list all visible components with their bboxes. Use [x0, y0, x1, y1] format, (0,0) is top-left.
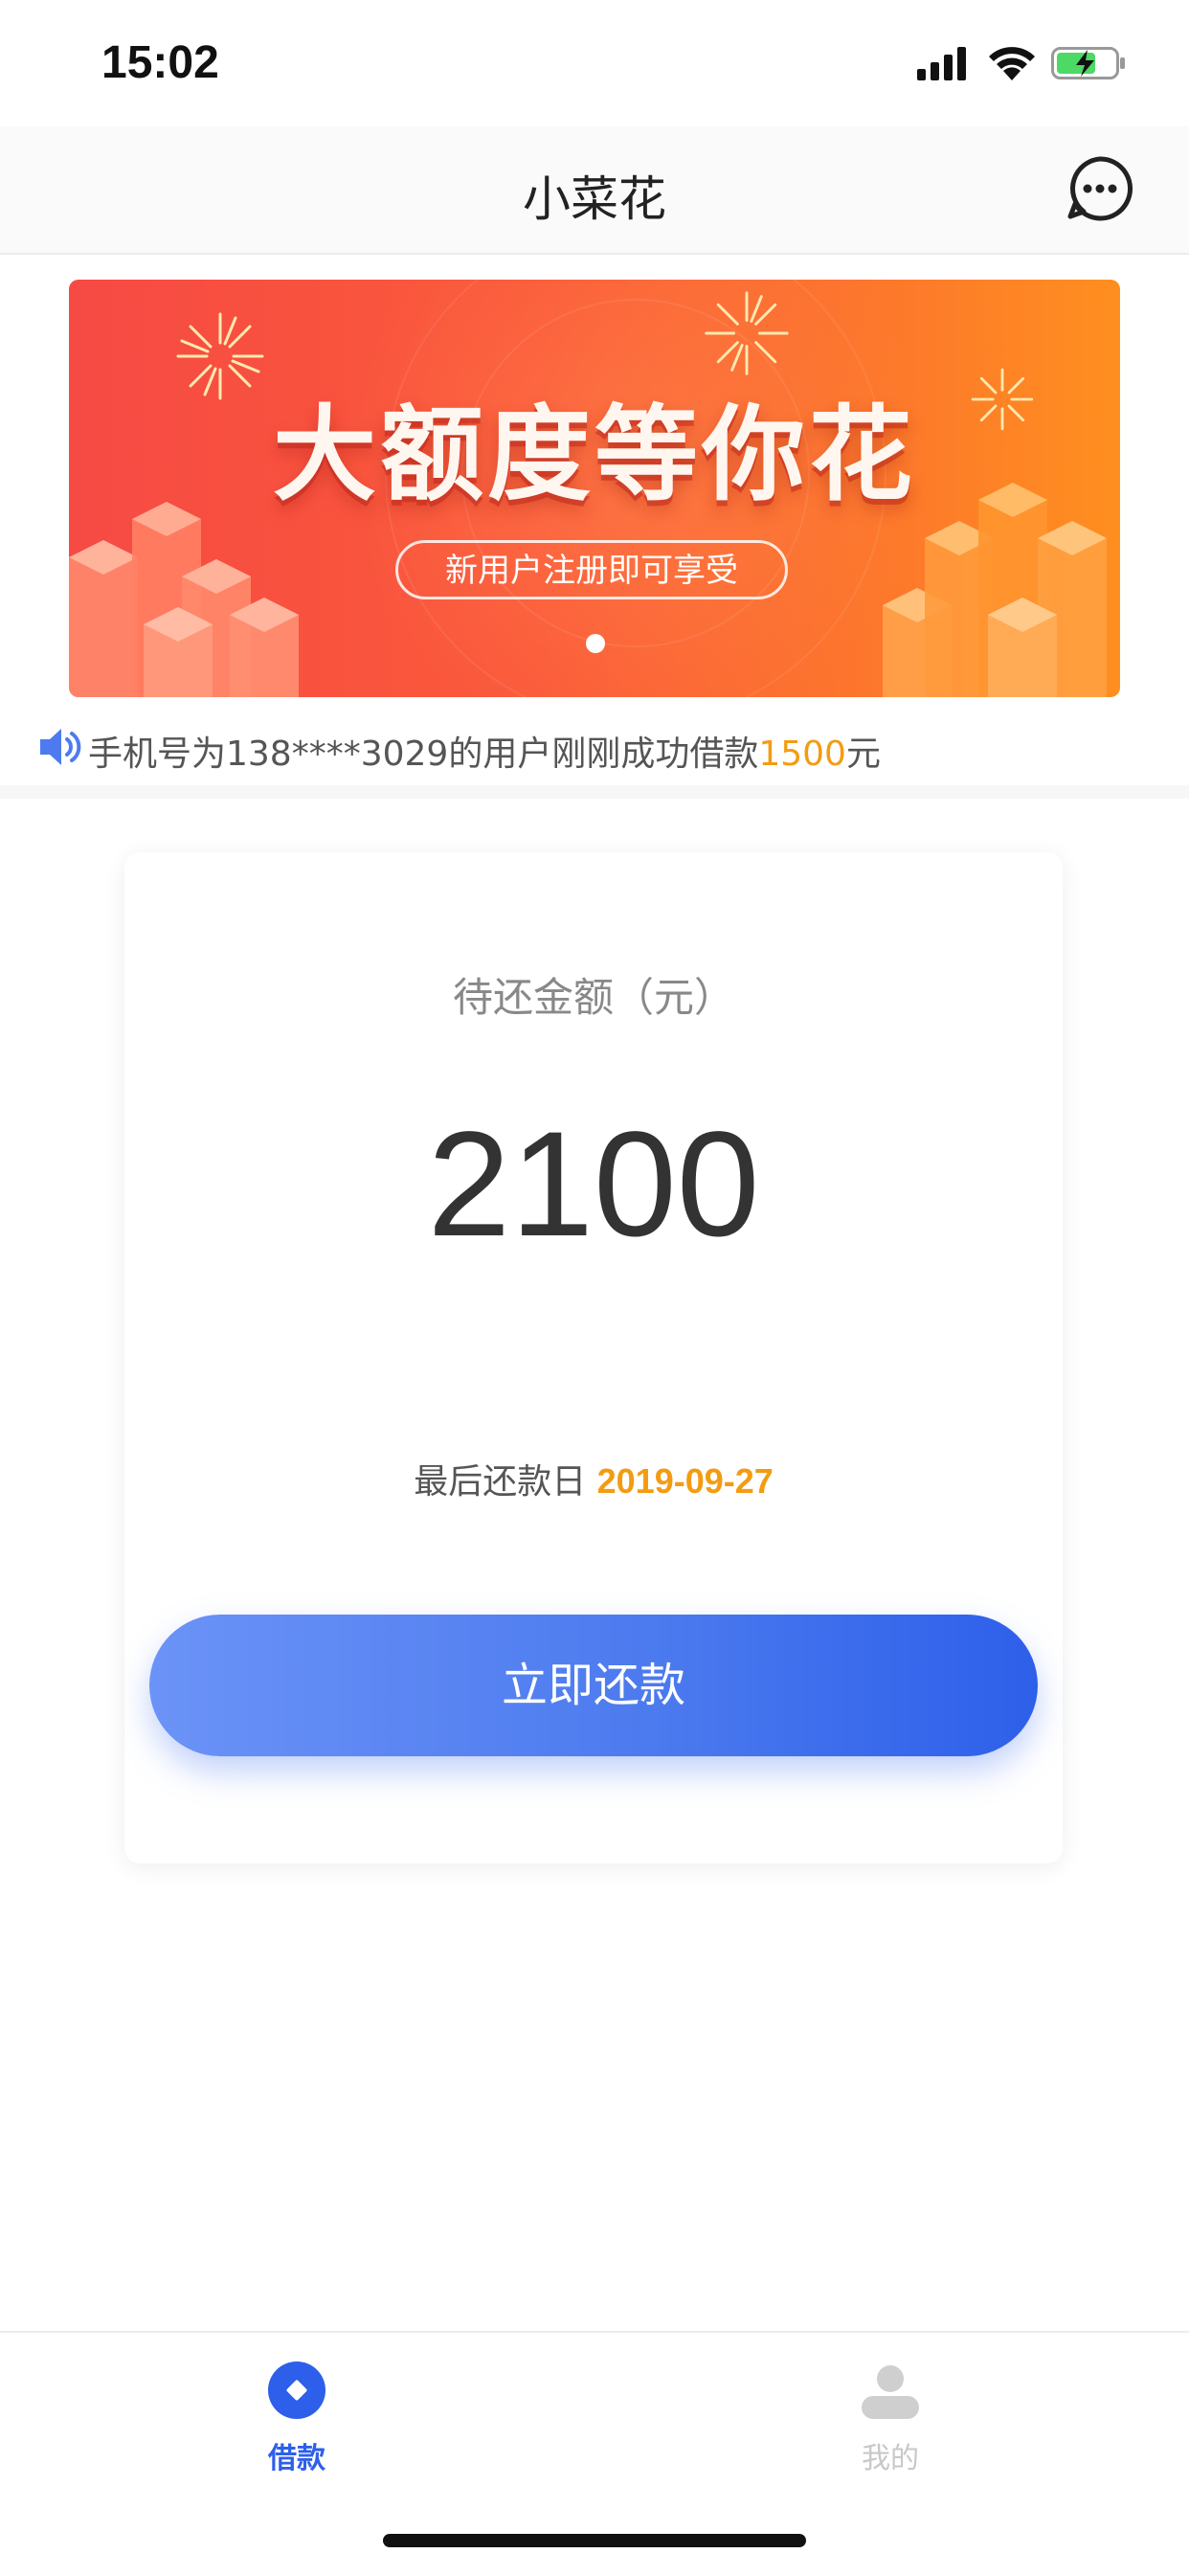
tab-loan-label: 借款	[268, 2442, 325, 2475]
page-title: 小菜花	[523, 171, 666, 227]
section-divider	[0, 785, 1189, 799]
banner-title: 大额度等你花	[272, 395, 916, 515]
loan-diamond-icon	[268, 2361, 325, 2419]
wifi-icon	[989, 47, 1035, 80]
notice-suffix: 元	[845, 734, 881, 774]
banner-subtitle: 新用户注册即可享受	[395, 540, 788, 599]
promo-banner[interactable]: 大额度等你花 新用户注册即可享受	[69, 280, 1120, 697]
notice-marquee: 手机号为138****3029的用户刚刚成功借款1500元	[0, 720, 1189, 778]
battery-charging-icon	[1051, 47, 1125, 79]
tab-mine[interactable]: 我的	[795, 2361, 986, 2496]
notice-amount: 1500	[758, 734, 846, 774]
signal-icon	[917, 47, 966, 80]
notice-text: 手机号为138****3029的用户刚刚成功借款1500元	[88, 726, 881, 776]
status-bar: 15:02	[0, 0, 1189, 126]
repay-now-button[interactable]: 立即还款	[149, 1615, 1038, 1756]
user-profile-icon	[862, 2365, 919, 2419]
amount-due-value: 2100	[427, 1101, 760, 1268]
home-indicator	[383, 2534, 806, 2547]
status-time: 15:02	[101, 37, 219, 88]
repayment-card: 待还金额（元） 2100 最后还款日 2019-09-27 立即还款	[124, 852, 1063, 1864]
more-dots-icon[interactable]	[1066, 155, 1133, 222]
due-date-label: 最后还款日	[414, 1462, 597, 1502]
notice-prefix: 手机号为138****3029的用户刚刚成功借款	[88, 734, 759, 774]
speaker-icon	[40, 729, 81, 765]
amount-due-label: 待还金额（元）	[452, 974, 734, 1021]
due-date-value: 2019-09-27	[596, 1461, 774, 1501]
nav-bar: 小菜花	[0, 126, 1189, 255]
firework-icon	[705, 291, 789, 375]
tab-mine-label: 我的	[862, 2442, 919, 2475]
tab-loan[interactable]: 借款	[201, 2361, 393, 2496]
due-date-row: 最后还款日 2019-09-27	[124, 1454, 1063, 1503]
banner-page-indicator	[586, 634, 605, 653]
buildings-left-illustration	[69, 502, 299, 697]
